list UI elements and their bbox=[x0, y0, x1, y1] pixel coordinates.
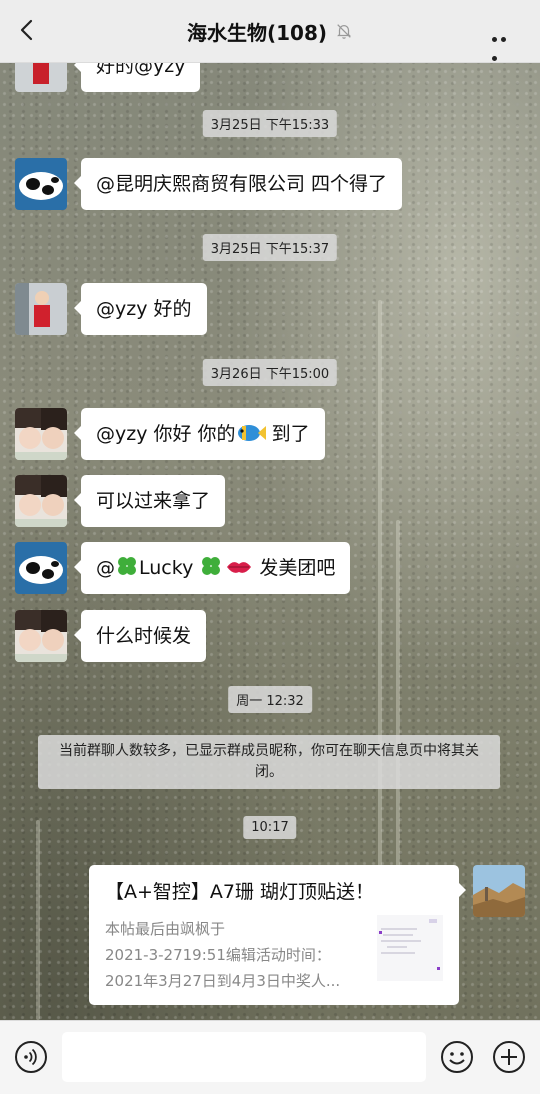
message-input[interactable] bbox=[62, 1032, 426, 1082]
message-text: 到了 bbox=[265, 423, 310, 445]
timestamp: 3月25日 下午15:33 bbox=[202, 110, 338, 137]
top-bar: 海水生物(108) bbox=[0, 0, 540, 63]
message-bubble[interactable]: @yzy 好的 bbox=[74, 283, 207, 335]
input-bar bbox=[0, 1020, 540, 1094]
message-text: Lucky bbox=[139, 557, 200, 579]
mute-bell-icon bbox=[337, 24, 351, 39]
message-text: @昆明庆熙商贸有限公司 四个得了 bbox=[96, 173, 388, 195]
message-bubble[interactable]: @ Lucky 发美团吧 bbox=[73, 542, 351, 594]
clover-emoji-icon bbox=[202, 557, 221, 575]
chat-message-list[interactable]: 好的@yzy 3月25日 下午15:33 @昆明庆熙商贸有限公司 四个得了 3月… bbox=[0, 62, 540, 1020]
message-text: 可以过来拿了 bbox=[96, 490, 211, 512]
card-description-line: 2021-3-2719:51编辑活动时间： bbox=[105, 946, 331, 964]
system-notice: 当前群聊人数较多，已显示群成员昵称，你可在聊天信息页中将其关闭。 bbox=[38, 735, 500, 789]
avatar-child[interactable] bbox=[15, 283, 67, 335]
card-description-line: 本帖最后由飒枫于 bbox=[105, 920, 226, 938]
more-options-icon[interactable] bbox=[492, 27, 518, 61]
timestamp: 周一 12:32 bbox=[228, 686, 312, 713]
timestamp: 3月26日 下午15:00 bbox=[202, 359, 338, 386]
avatar-landscape[interactable] bbox=[473, 865, 525, 917]
back-arrow-icon[interactable] bbox=[16, 18, 40, 42]
message-text: @ bbox=[96, 557, 115, 579]
emoji-icon[interactable] bbox=[440, 1040, 474, 1074]
message-bubble[interactable]: @昆明庆熙商贸有限公司 四个得了 bbox=[73, 158, 403, 210]
avatar-fish[interactable] bbox=[15, 542, 67, 594]
fish-emoji-icon bbox=[237, 425, 266, 441]
message-text: @yzy 好的 bbox=[96, 298, 192, 320]
message-bubble[interactable]: 什么时候发 bbox=[73, 610, 207, 662]
timestamp: 3月25日 下午15:37 bbox=[202, 234, 338, 261]
timestamp: 10:17 bbox=[243, 816, 297, 839]
message-text: @yzy 你好 你的 bbox=[96, 423, 236, 445]
message-text: 好的@yzy bbox=[96, 62, 186, 77]
message-bubble[interactable]: 好的@yzy bbox=[73, 62, 201, 92]
avatar-faces[interactable] bbox=[15, 475, 67, 527]
add-more-icon[interactable] bbox=[492, 1040, 526, 1074]
chat-title: 海水生物(108) bbox=[186, 20, 328, 45]
avatar-faces[interactable] bbox=[15, 610, 67, 662]
message-bubble[interactable]: 可以过来拿了 bbox=[73, 475, 226, 527]
link-card-message[interactable]: 【A+智控】A7珊 瑚灯顶贴送！ 本帖最后由飒枫于 2021-3-2719:51… bbox=[89, 865, 466, 1005]
card-description-line: 2021年3月27日到4月3日中奖人... bbox=[105, 972, 341, 990]
message-text: 什么时候发 bbox=[96, 625, 192, 647]
avatar-faces[interactable] bbox=[15, 408, 67, 460]
avatar-child[interactable] bbox=[15, 62, 67, 92]
message-bubble[interactable]: @yzy 你好 你的 到了 bbox=[74, 408, 325, 460]
lips-emoji-icon bbox=[227, 562, 252, 573]
message-text: 发美团吧 bbox=[253, 557, 336, 579]
clover-emoji-icon bbox=[118, 557, 136, 575]
card-title: 【A+智控】A7珊 瑚灯顶贴送！ bbox=[105, 881, 375, 903]
voice-input-icon[interactable] bbox=[14, 1040, 48, 1074]
avatar-fish[interactable] bbox=[15, 158, 67, 210]
chat-title-group: 海水生物(108) bbox=[187, 17, 353, 46]
card-thumbnail bbox=[377, 915, 443, 981]
